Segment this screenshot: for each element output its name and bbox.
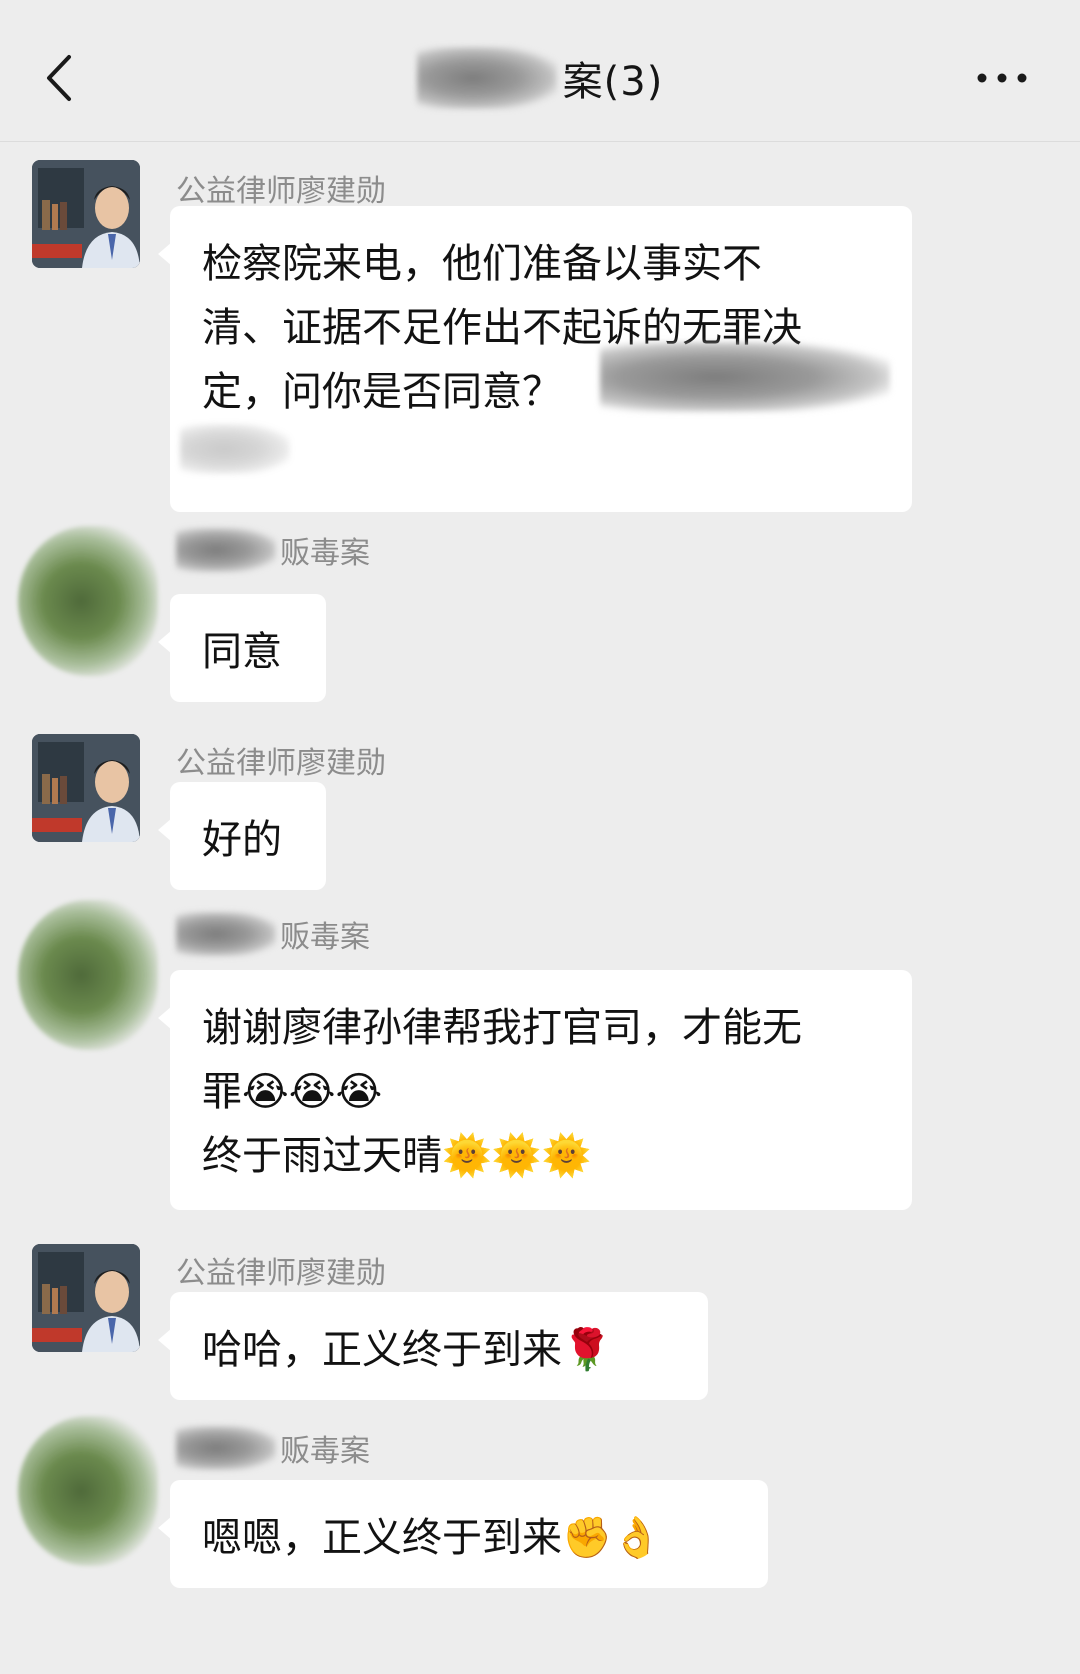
- lawyer-avatar[interactable]: [32, 1244, 140, 1352]
- message-text-line: 罪😭😭😭: [202, 1069, 383, 1115]
- sender-name-text: 贩毒案: [280, 1434, 370, 1469]
- message-bubble[interactable]: 同意: [158, 594, 326, 702]
- message-text-line: 同意: [202, 629, 282, 675]
- message-text-line: 哈哈，正义终于到来🌹: [202, 1327, 612, 1373]
- redacted-name-blur: [176, 1426, 276, 1470]
- message-bubble[interactable]: 嗯嗯，正义终于到来✊👌: [158, 1480, 768, 1588]
- client-avatar[interactable]: [18, 1416, 158, 1566]
- sender-name: 贩毒案: [176, 528, 370, 572]
- redacted-text-blur: [180, 424, 290, 474]
- redacted-title-blur: [416, 47, 557, 109]
- message-bubble[interactable]: 谢谢廖律孙律帮我打官司，才能无 罪😭😭😭 终于雨过天晴🌞🌞🌞: [158, 970, 912, 1210]
- message-bubble[interactable]: 检察院来电，他们准备以事实不 清、证据不足作出不起诉的无罪决 定，问你是否同意？: [158, 206, 912, 512]
- sender-name-text: 公益律师廖建勋: [176, 1256, 386, 1291]
- lawyer-avatar[interactable]: [32, 734, 140, 842]
- sender-name: 贩毒案: [176, 912, 370, 956]
- message-text-line: 谢谢廖律孙律帮我打官司，才能无: [202, 1005, 802, 1051]
- chat-title-area: 案(3): [0, 46, 1080, 110]
- message-bubble[interactable]: 好的: [158, 782, 326, 890]
- sender-name-text: 贩毒案: [280, 536, 370, 571]
- message-text-line: 嗯嗯，正义终于到来✊👌: [202, 1515, 662, 1561]
- more-options-button[interactable]: [972, 58, 1032, 98]
- sender-name-text: 贩毒案: [280, 920, 370, 955]
- message-bubble[interactable]: 哈哈，正义终于到来🌹: [158, 1292, 708, 1400]
- message-text-line: 好的: [202, 817, 282, 863]
- lawyer-avatar[interactable]: [32, 160, 140, 268]
- sender-name: 公益律师廖建勋: [176, 738, 386, 782]
- redacted-text-blur: [600, 342, 890, 412]
- more-dots-icon: [977, 73, 1027, 83]
- message-text-line: 检察院来电，他们准备以事实不: [202, 241, 762, 287]
- client-avatar[interactable]: [18, 900, 158, 1050]
- chat-title: 案(3): [562, 59, 664, 105]
- sender-name-text: 公益律师廖建勋: [176, 746, 386, 781]
- lawyer-avatar-image: [32, 734, 140, 842]
- lawyer-avatar-image: [32, 1244, 140, 1352]
- sender-name: 贩毒案: [176, 1426, 370, 1470]
- redacted-name-blur: [176, 528, 276, 572]
- redacted-name-blur: [176, 912, 276, 956]
- sender-name: 公益律师廖建勋: [176, 166, 386, 210]
- message-text-line: 终于雨过天晴🌞🌞🌞: [202, 1133, 592, 1179]
- sender-name: 公益律师廖建勋: [176, 1248, 386, 1292]
- lawyer-avatar-image: [32, 160, 140, 268]
- sender-name-text: 公益律师廖建勋: [176, 174, 386, 209]
- client-avatar[interactable]: [18, 526, 158, 676]
- chat-header: 案(3): [0, 0, 1080, 142]
